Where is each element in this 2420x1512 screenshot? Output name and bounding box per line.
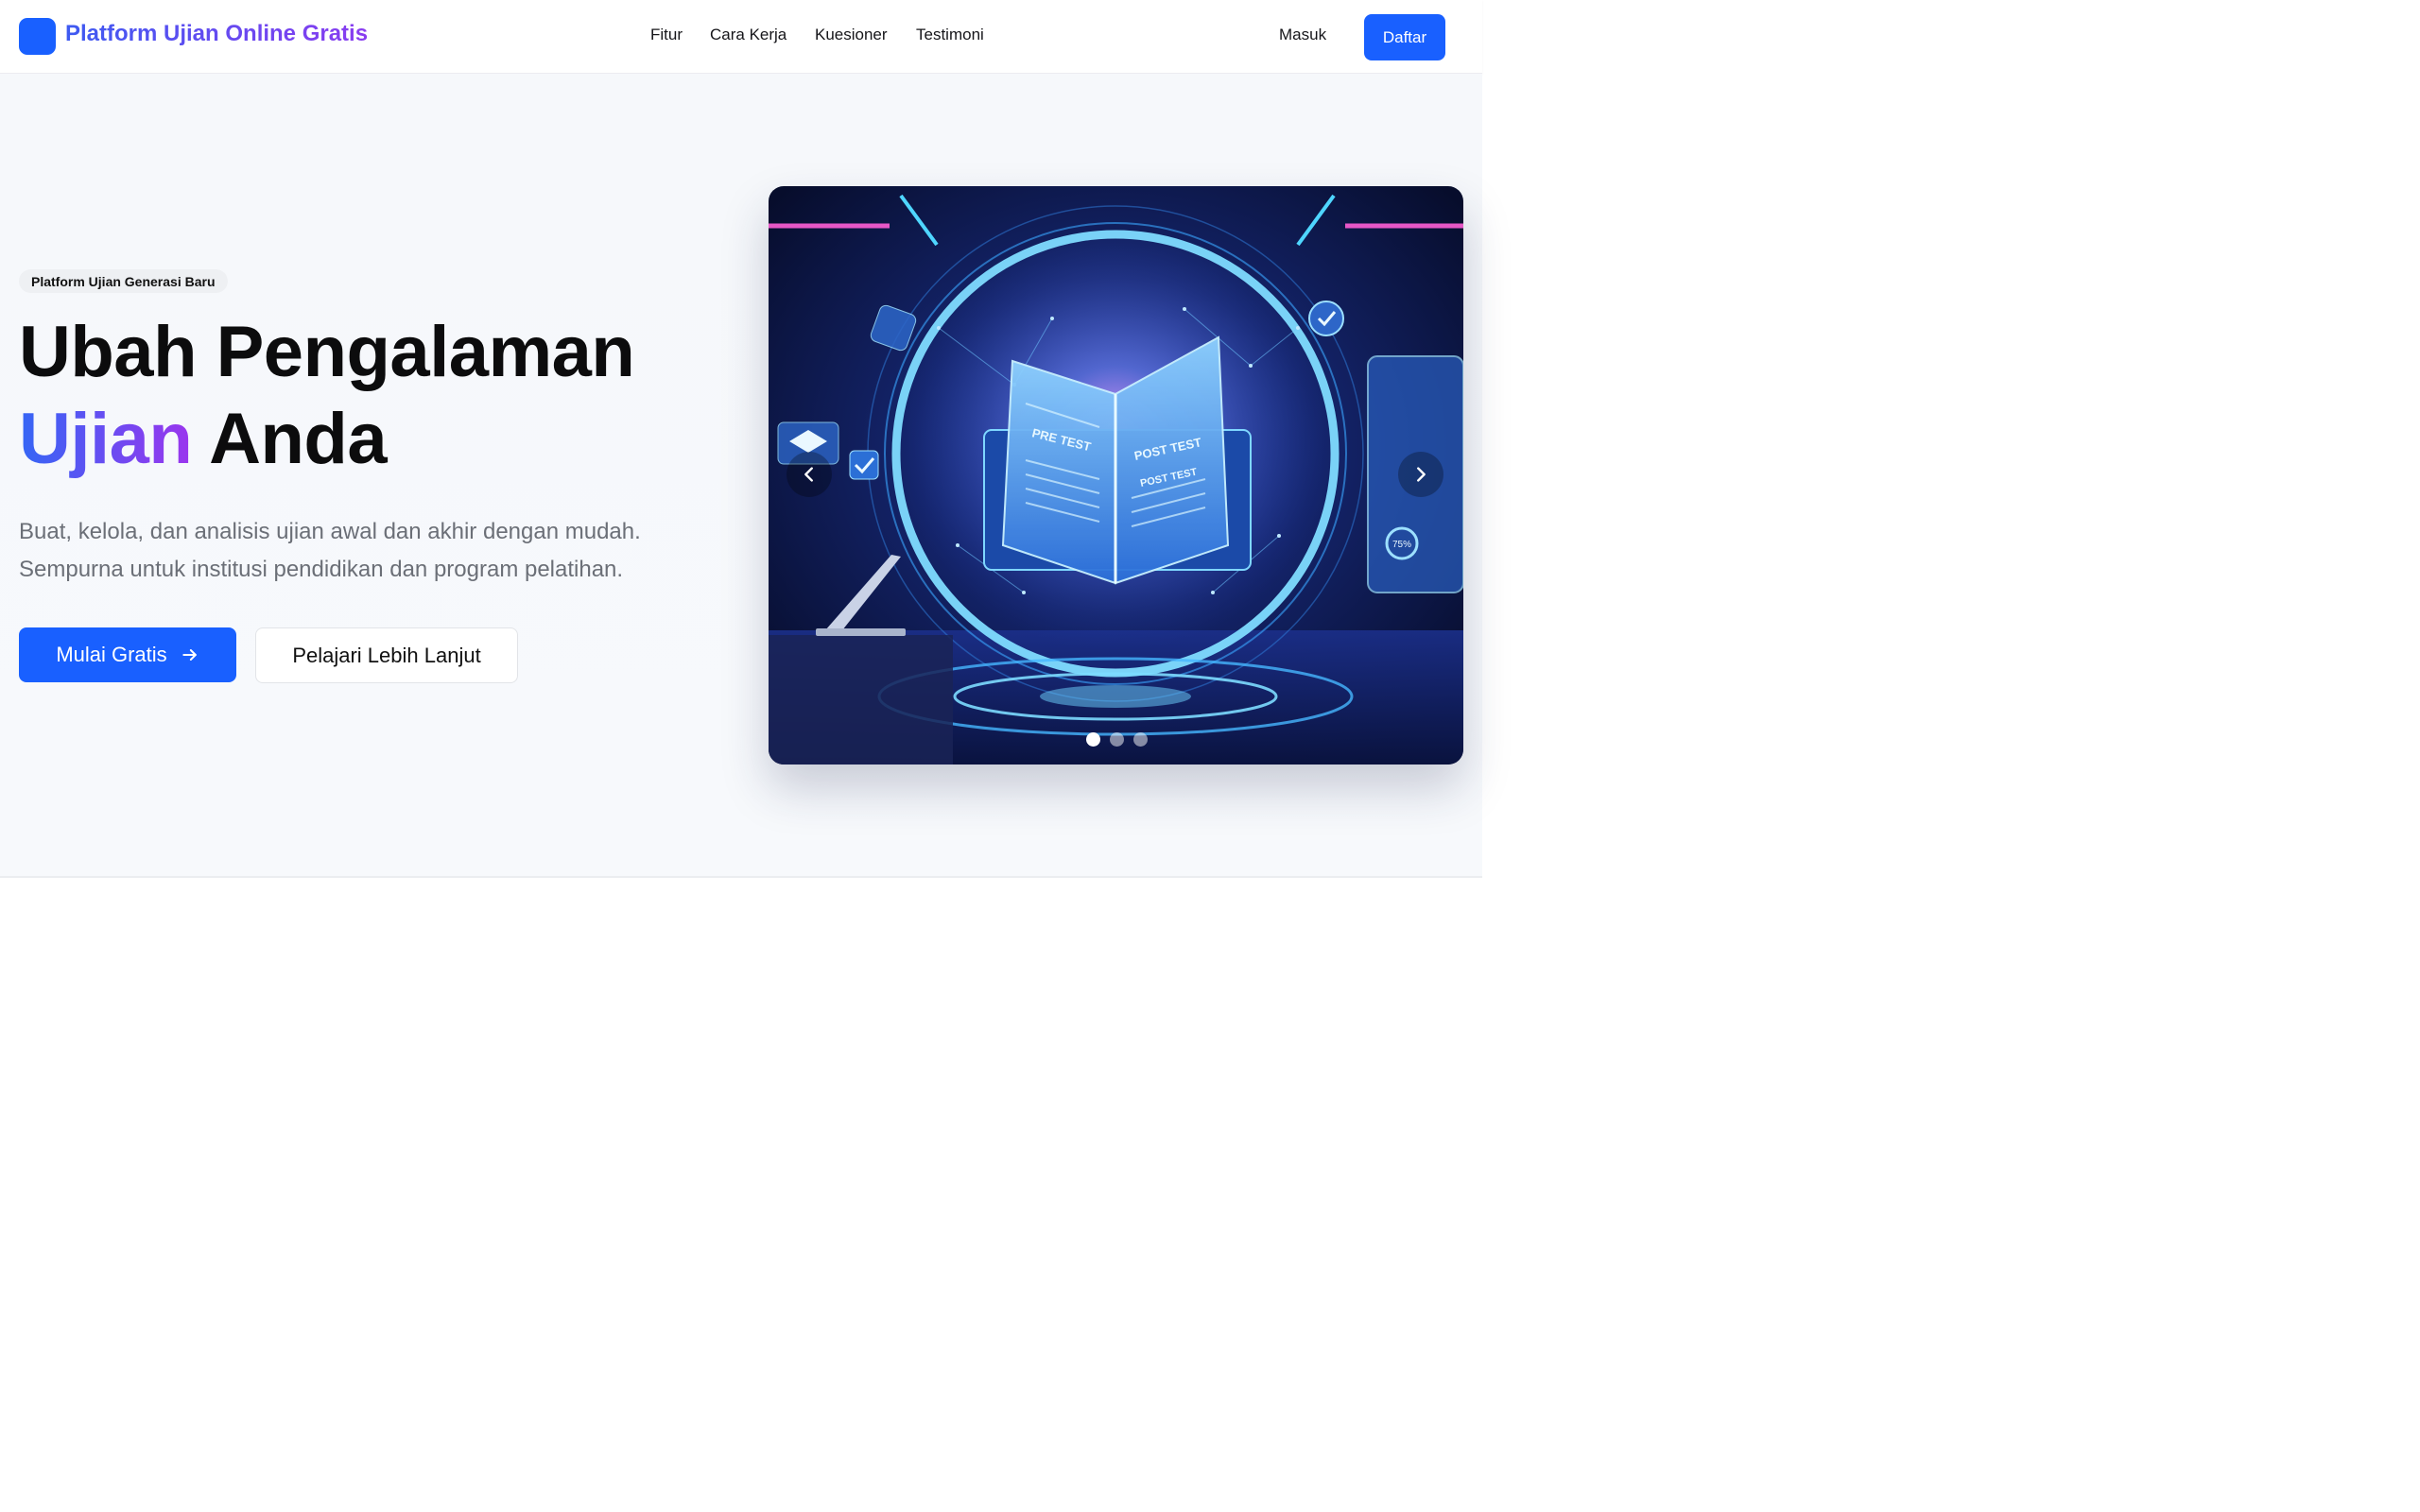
hero-title-highlight: Ujian: [19, 399, 193, 479]
chevron-left-icon: [804, 467, 813, 482]
nav-link-cara-kerja[interactable]: Cara Kerja: [710, 26, 786, 44]
learn-more-button[interactable]: Pelajari Lebih Lanjut: [255, 627, 518, 683]
hero-carousel[interactable]: PRE TEST POST TEST POST TEST 75%: [769, 186, 1463, 765]
brand-name[interactable]: Platform Ujian Online Gratis: [65, 21, 368, 47]
carousel-indicators: [1086, 732, 1148, 747]
hero-title-line1: Ubah Pengalaman: [19, 312, 635, 392]
arrow-right-icon: [182, 649, 197, 661]
hero-title-rest: Anda: [209, 399, 388, 479]
carousel-next-button[interactable]: [1398, 452, 1443, 497]
logo-icon[interactable]: [19, 18, 56, 55]
section-divider: [0, 876, 1482, 878]
login-link[interactable]: Masuk: [1279, 26, 1326, 44]
nav-link-kuesioner[interactable]: Kuesioner: [815, 26, 888, 44]
carousel-dot-2[interactable]: [1110, 732, 1124, 747]
register-button[interactable]: Daftar: [1364, 14, 1445, 60]
carousel-slide-image: PRE TEST POST TEST POST TEST 75%: [769, 186, 1463, 765]
nav-link-fitur[interactable]: Fitur: [650, 26, 683, 44]
hero-badge: Platform Ujian Generasi Baru: [19, 269, 228, 293]
carousel-prev-button[interactable]: [786, 452, 832, 497]
percent-label: 75%: [1392, 540, 1411, 550]
top-navbar: Platform Ujian Online Gratis Fitur Cara …: [0, 0, 1482, 74]
nav-link-testimoni[interactable]: Testimoni: [916, 26, 984, 44]
carousel-dot-3[interactable]: [1133, 732, 1148, 747]
start-free-button[interactable]: Mulai Gratis: [19, 627, 236, 682]
hero-title: Ubah Pengalaman Ujian Anda: [19, 309, 635, 483]
start-free-label: Mulai Gratis: [56, 643, 167, 666]
carousel-dot-1[interactable]: [1086, 732, 1100, 747]
hero-subtitle: Buat, kelola, dan analisis ujian awal da…: [19, 519, 641, 582]
chevron-right-icon: [1417, 467, 1426, 482]
